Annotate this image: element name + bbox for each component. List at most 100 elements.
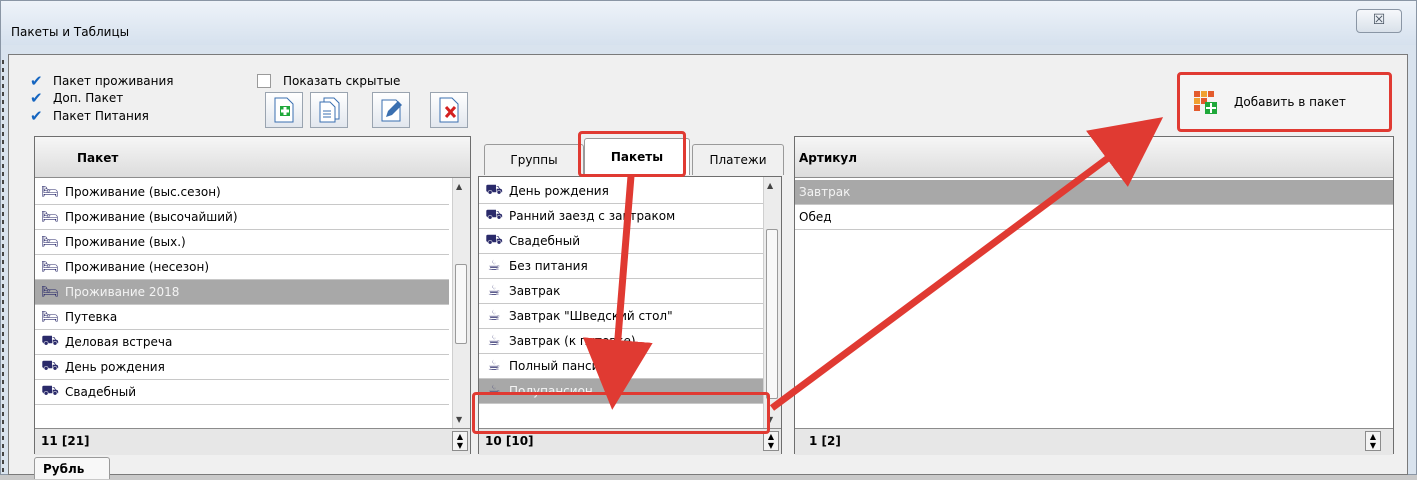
list-item-label: Завтрак (к путевке) bbox=[509, 334, 636, 348]
checkbox-label: Показать скрытые bbox=[283, 74, 401, 88]
list-item[interactable]: 🛏 Проживание (высочайший) bbox=[35, 205, 449, 230]
list-item[interactable]: 🛏 Проживание (несезон) bbox=[35, 255, 449, 280]
list-item[interactable]: 🛏 Проживание (выс.сезон) bbox=[35, 180, 449, 205]
window-edge bbox=[2, 60, 4, 475]
grid-add-icon bbox=[1194, 91, 1217, 114]
checkbox-meal-package[interactable]: ✔ Пакет Питания bbox=[30, 108, 149, 124]
tab-groups[interactable]: Группы bbox=[484, 144, 584, 175]
package-list-panel: Пакет 🛏 Проживание (выс.сезон) 🛏 Проживание… bbox=[34, 136, 471, 455]
list-item[interactable]: ⛟ День рождения bbox=[35, 355, 449, 380]
cup-icon: ☕ bbox=[487, 358, 501, 374]
cart-icon: ⛟ bbox=[485, 182, 503, 198]
cart-icon: ⛟ bbox=[485, 232, 503, 248]
checkmark-icon: ✔ bbox=[30, 71, 43, 90]
list-item-label: Ранний заезд с завтраком bbox=[509, 209, 676, 223]
bed-icon: 🛏 bbox=[41, 284, 59, 300]
cart-icon: ⛟ bbox=[41, 358, 59, 374]
checkbox-accommodation-package[interactable]: ✔ Пакет проживания bbox=[30, 73, 174, 89]
edit-document-icon bbox=[381, 99, 402, 122]
list-item[interactable]: ☕ Полный пансион bbox=[479, 354, 763, 379]
bed-icon: 🛏 bbox=[41, 209, 59, 225]
delete-button[interactable] bbox=[430, 92, 468, 128]
checkbox-label: Пакет проживания bbox=[53, 74, 174, 88]
close-button[interactable]: ☒ bbox=[1356, 9, 1402, 33]
checkbox-show-hidden[interactable]: Показать скрытые bbox=[257, 73, 400, 89]
list-item-label: Проживание (высочайший) bbox=[65, 210, 238, 224]
list-item-label: День рождения bbox=[509, 184, 609, 198]
list-item-label: Путевка bbox=[65, 310, 118, 324]
close-icon: ☒ bbox=[1372, 12, 1386, 28]
list-item-label: День рождения bbox=[65, 360, 165, 374]
package-scrollbar[interactable]: ▲ ▼ bbox=[452, 178, 470, 428]
cup-icon: ☕ bbox=[487, 333, 501, 349]
bed-icon: 🛏 bbox=[41, 309, 59, 325]
list-item-label: Завтрак bbox=[509, 284, 561, 298]
list-item[interactable]: ☕ Без питания bbox=[479, 254, 763, 279]
add-document-icon bbox=[274, 97, 294, 123]
list-item[interactable]: ⛟ Свадебный bbox=[479, 229, 763, 254]
copy-document-icon bbox=[319, 97, 340, 123]
tab-label: Группы bbox=[510, 153, 558, 167]
cup-icon: ☕ bbox=[487, 308, 501, 324]
list-item[interactable]: ⛟ Деловая встреча bbox=[35, 330, 449, 355]
cart-icon: ⛟ bbox=[485, 207, 503, 223]
list-item[interactable]: Обед bbox=[795, 205, 1393, 230]
group-spinner[interactable]: ▲ ▼ bbox=[763, 431, 779, 451]
group-scrollbar[interactable]: ▲ ▼ bbox=[763, 177, 781, 428]
tab-payments[interactable]: Платежи bbox=[692, 144, 784, 175]
header-label: Артикул bbox=[799, 151, 857, 165]
checkbox-label: Пакет Питания bbox=[53, 109, 149, 123]
title-bar: Пакеты и Таблицы ☒ bbox=[1, 1, 1416, 45]
list-item[interactable]: Завтрак bbox=[795, 180, 1393, 205]
cup-icon: ☕ bbox=[487, 258, 501, 274]
scroll-thumb[interactable] bbox=[766, 229, 778, 399]
bed-icon: 🛏 bbox=[41, 234, 59, 250]
list-item[interactable]: ⛟ Свадебный bbox=[35, 380, 449, 405]
article-spinner[interactable]: ▲ ▼ bbox=[1365, 431, 1381, 451]
scroll-up-icon: ▲ bbox=[767, 181, 774, 190]
list-item[interactable]: ☕ Завтрак "Шведский стол" bbox=[479, 304, 763, 329]
list-item-label: Без питания bbox=[509, 259, 588, 273]
window-title: Пакеты и Таблицы bbox=[11, 25, 130, 39]
cup-icon: ☕ bbox=[487, 283, 501, 299]
package-column-header[interactable]: Пакет bbox=[35, 137, 470, 178]
scroll-down-icon: ▼ bbox=[456, 415, 463, 424]
list-item[interactable]: 🛏 Проживание (вых.) bbox=[35, 230, 449, 255]
package-footer: 11 [21] ▲ ▼ bbox=[35, 428, 470, 455]
tab-ruble[interactable]: Рубль bbox=[34, 457, 110, 479]
list-item-label: Свадебный bbox=[509, 234, 581, 248]
cart-icon: ⛟ bbox=[41, 333, 59, 349]
list-item[interactable]: ☕ Завтрак (к путевке) bbox=[479, 329, 763, 354]
bed-icon: 🛏 bbox=[41, 259, 59, 275]
list-item-label: Завтрак "Шведский стол" bbox=[509, 309, 673, 323]
list-item-label: Проживание (выс.сезон) bbox=[65, 185, 221, 199]
scroll-up-icon: ▲ bbox=[456, 182, 463, 191]
add-to-package-button[interactable]: Добавить в пакет bbox=[1177, 72, 1392, 132]
list-item[interactable]: ☕ Завтрак bbox=[479, 279, 763, 304]
list-item-label: Завтрак bbox=[799, 185, 851, 199]
tab-label: Платежи bbox=[709, 153, 767, 167]
bed-icon: 🛏 bbox=[41, 184, 59, 200]
checkbox-extra-package[interactable]: ✔ Доп. Пакет bbox=[30, 90, 123, 106]
list-item-label: Проживание (несезон) bbox=[65, 260, 209, 274]
package-count: 11 [21] bbox=[41, 434, 90, 448]
article-panel: Артикул Завтрак Обед 1 [2] ▲ ▼ bbox=[794, 136, 1394, 455]
list-item[interactable]: 🛏 Путевка bbox=[35, 305, 449, 330]
article-footer: 1 [2] ▲ ▼ bbox=[795, 428, 1393, 455]
scroll-thumb[interactable] bbox=[455, 264, 467, 344]
cart-icon: ⛟ bbox=[41, 383, 59, 399]
unchecked-box bbox=[257, 74, 271, 88]
add-to-package-label: Добавить в пакет bbox=[1234, 95, 1346, 109]
list-item[interactable]: ⛟ День рождения bbox=[479, 179, 763, 204]
group-count: 10 [10] bbox=[485, 434, 534, 448]
package-spinner[interactable]: ▲ ▼ bbox=[452, 431, 468, 451]
list-item[interactable]: 🛏 Проживание 2018 bbox=[35, 280, 449, 305]
list-item-label: Свадебный bbox=[65, 385, 137, 399]
add-button[interactable] bbox=[265, 92, 303, 128]
edit-button[interactable] bbox=[372, 92, 410, 128]
list-item[interactable]: ⛟ Ранний заезд с завтраком bbox=[479, 204, 763, 229]
list-item-label: Полный пансион bbox=[509, 359, 615, 373]
header-label: Пакет bbox=[77, 151, 119, 165]
copy-button[interactable] bbox=[310, 92, 348, 128]
article-column-header[interactable]: Артикул bbox=[795, 137, 1393, 178]
